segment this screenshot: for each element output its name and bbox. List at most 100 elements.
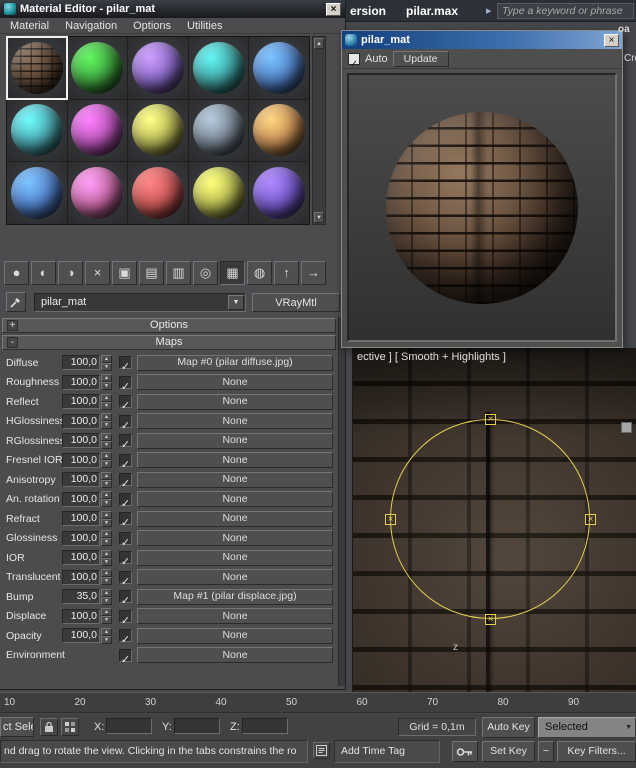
map-slot-button[interactable]: None <box>137 530 333 547</box>
map-enable-checkbox[interactable]: ✓ <box>119 551 132 568</box>
spinner[interactable]: ▲ ▼ <box>101 627 112 644</box>
material-sample-slot[interactable] <box>188 99 249 162</box>
perspective-viewport[interactable]: ective ] [ Smooth + Highlights ] × × × ×… <box>352 348 636 692</box>
assign-material-to-selection-icon[interactable]: ◑ <box>58 261 83 285</box>
map-enable-checkbox[interactable]: ✓ <box>119 453 132 471</box>
go-to-parent-icon[interactable]: ↑ <box>274 261 299 285</box>
map-amount-field[interactable]: 100,0 <box>62 394 100 410</box>
z-coordinate-input[interactable] <box>242 718 288 734</box>
add-time-tag-button[interactable]: Add Time Tag <box>334 740 440 763</box>
map-slot-button[interactable]: None <box>137 374 333 391</box>
viewcube-fragment[interactable] <box>621 422 632 433</box>
map-enable-checkbox[interactable]: ✓ <box>119 375 132 393</box>
spinner-up-icon[interactable]: ▲ <box>101 374 112 383</box>
material-type-button[interactable]: VRayMtl <box>252 293 340 312</box>
map-slot-button[interactable]: None <box>137 647 333 664</box>
menu-material[interactable]: Material <box>2 20 57 32</box>
spinner-down-icon[interactable]: ▼ <box>101 577 112 586</box>
map-amount-field[interactable]: 100,0 <box>62 530 100 546</box>
menu-navigation[interactable]: Navigation <box>57 20 125 32</box>
material-sample-slot[interactable] <box>188 162 249 224</box>
truncated-select-button[interactable]: ct Sele <box>0 717 34 737</box>
set-key-mode-icon[interactable] <box>452 741 478 762</box>
menu-utilities[interactable]: Utilities <box>179 20 230 32</box>
spinner[interactable]: ▲ ▼ <box>101 432 112 449</box>
map-amount-field[interactable]: 100,0 <box>62 608 100 624</box>
map-amount-field[interactable]: 100,0 <box>62 472 100 488</box>
material-sample-slot[interactable] <box>249 37 309 99</box>
map-enable-checkbox[interactable]: ✓ <box>119 609 132 627</box>
spinner-down-icon[interactable]: ▼ <box>101 596 112 605</box>
gizmo-handle-top[interactable]: × <box>485 414 496 425</box>
map-amount-field[interactable]: 100,0 <box>62 452 100 468</box>
collapse-icon[interactable]: - <box>7 337 18 348</box>
update-button[interactable]: Update <box>392 50 449 67</box>
spinner-down-icon[interactable]: ▼ <box>101 401 112 410</box>
spinner-up-icon[interactable]: ▲ <box>101 510 112 519</box>
spinner-up-icon[interactable]: ▲ <box>101 627 112 636</box>
map-slot-button[interactable]: None <box>137 569 333 586</box>
spinner[interactable]: ▲ ▼ <box>101 510 112 527</box>
spinner-down-icon[interactable]: ▼ <box>101 557 112 566</box>
absolute-mode-toggle-icon[interactable] <box>61 718 79 736</box>
map-enable-checkbox[interactable]: ✓ <box>119 531 132 549</box>
material-sample-slot[interactable] <box>67 37 128 99</box>
map-slot-button[interactable]: None <box>137 393 333 410</box>
material-sample-slot[interactable] <box>67 162 128 224</box>
material-sample-slot[interactable] <box>7 99 67 162</box>
map-amount-field[interactable]: 100,0 <box>62 433 100 449</box>
material-sample-slot[interactable] <box>7 162 67 224</box>
spinner-down-icon[interactable]: ▼ <box>101 460 112 469</box>
spinner[interactable]: ▲ ▼ <box>101 549 112 566</box>
make-unique-icon[interactable]: ▤ <box>139 261 164 285</box>
spinner-up-icon[interactable]: ▲ <box>101 491 112 500</box>
spinner-down-icon[interactable]: ▼ <box>101 635 112 644</box>
search-input[interactable] <box>497 3 634 19</box>
time-ruler[interactable]: 10 20 30 40 50 60 70 80 90 <box>0 692 636 713</box>
map-enable-checkbox[interactable]: ✓ <box>119 590 132 607</box>
map-enable-checkbox[interactable]: ✓ <box>119 356 132 373</box>
spinner-down-icon[interactable]: ▼ <box>101 518 112 527</box>
material-sample-slot[interactable] <box>249 99 309 162</box>
material-sample-slot[interactable] <box>128 37 188 99</box>
show-end-result-icon[interactable]: ◍ <box>247 261 272 285</box>
map-slot-button[interactable]: None <box>137 471 333 488</box>
spinner[interactable]: ▲ ▼ <box>101 530 112 547</box>
time-tag-icon[interactable] <box>313 742 330 759</box>
get-material-icon[interactable]: ● <box>4 261 29 285</box>
spinner[interactable]: ▲ ▼ <box>101 569 112 586</box>
spinner-down-icon[interactable]: ▼ <box>101 499 112 508</box>
spinner-up-icon[interactable]: ▲ <box>101 452 112 461</box>
map-enable-checkbox[interactable]: ✓ <box>119 629 132 646</box>
menu-options[interactable]: Options <box>125 20 179 32</box>
material-sample-slot[interactable] <box>67 99 128 162</box>
material-name-dropdown[interactable]: pilar_mat ▼ <box>34 293 246 312</box>
put-to-library-icon[interactable]: ▥ <box>166 261 191 285</box>
spinner-up-icon[interactable]: ▲ <box>101 569 112 578</box>
map-amount-field[interactable]: 100,0 <box>62 355 100 371</box>
map-slot-button[interactable]: Map #1 (pilar displace.jpg) <box>137 588 333 605</box>
pick-material-eyedropper-icon[interactable] <box>6 292 26 312</box>
spinner-down-icon[interactable]: ▼ <box>101 479 112 488</box>
map-slot-button[interactable]: None <box>137 549 333 566</box>
dropdown-arrow-icon[interactable]: ▼ <box>228 295 244 310</box>
map-enable-checkbox[interactable]: ✓ <box>119 512 132 529</box>
map-amount-field[interactable]: 35,0 <box>62 589 100 605</box>
map-slot-button[interactable]: None <box>137 608 333 625</box>
spinner-down-icon[interactable]: ▼ <box>101 538 112 547</box>
spinner-down-icon[interactable]: ▼ <box>101 382 112 391</box>
map-slot-button[interactable]: None <box>137 413 333 430</box>
map-slot-button[interactable]: None <box>137 452 333 469</box>
spinner[interactable]: ▲ ▼ <box>101 608 112 625</box>
spinner-up-icon[interactable]: ▲ <box>101 354 112 363</box>
key-tangents-icon[interactable]: ~ <box>538 741 554 762</box>
spinner[interactable]: ▲ ▼ <box>101 354 112 371</box>
spinner-up-icon[interactable]: ▲ <box>101 530 112 539</box>
spinner-up-icon[interactable]: ▲ <box>101 432 112 441</box>
spinner-up-icon[interactable]: ▲ <box>101 588 112 597</box>
spinner-up-icon[interactable]: ▲ <box>101 393 112 402</box>
map-amount-field[interactable]: 100,0 <box>62 628 100 644</box>
map-enable-checkbox[interactable]: ✓ <box>119 434 132 451</box>
map-enable-checkbox[interactable]: ✓ <box>119 648 132 666</box>
material-sample-slot[interactable] <box>249 162 309 224</box>
